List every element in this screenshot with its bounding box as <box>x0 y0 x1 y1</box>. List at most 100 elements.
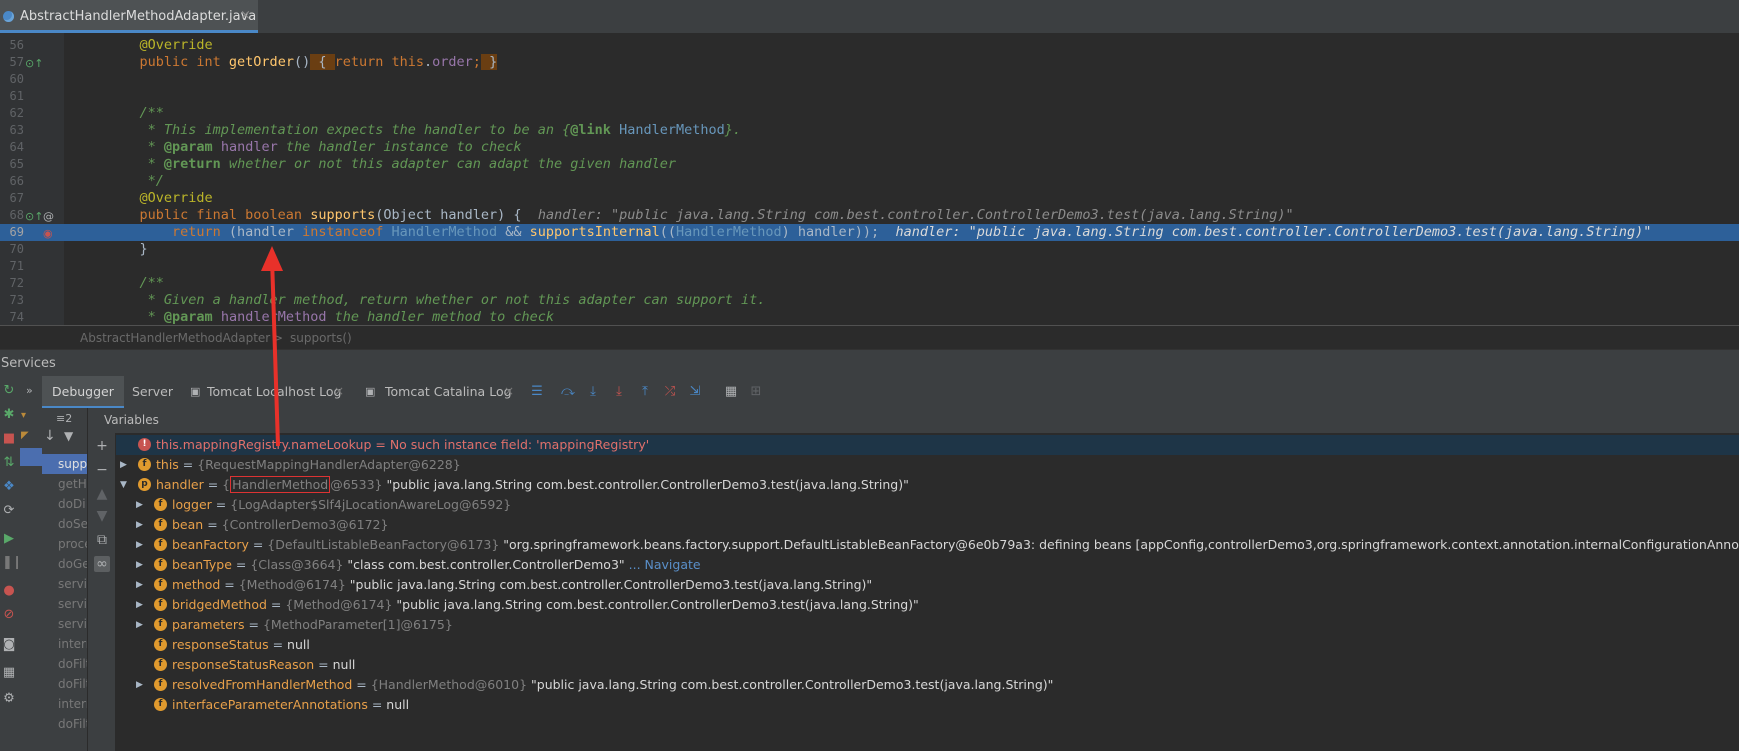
expand-icon[interactable]: ▶ <box>136 555 146 575</box>
move-up-icon[interactable]: ▲ <box>94 486 110 502</box>
camera-icon[interactable]: ◙ <box>2 638 16 652</box>
stack-frame[interactable]: servi <box>42 594 87 614</box>
code-line[interactable]: 69 ◉ return (handler instanceof HandlerMe… <box>0 224 1739 241</box>
stack-frame[interactable]: doFilt <box>42 654 87 674</box>
evaluate-expression-icon[interactable]: ▦ <box>724 385 738 399</box>
tab-debugger[interactable]: Debugger <box>42 376 124 408</box>
arrow-down-icon[interactable]: ↓ <box>44 428 56 444</box>
tomcat-node-icon[interactable]: ▾ <box>21 410 26 421</box>
code-line[interactable]: 66 */ <box>0 173 1739 190</box>
expand-icon[interactable]: ▶ <box>120 455 130 475</box>
code-line[interactable]: 64 * @param handler the handler instance… <box>0 139 1739 156</box>
variable-row[interactable]: ▶ f beanType = {Class@3664} "class com.bes… <box>116 555 1739 575</box>
stop-icon[interactable]: ■ <box>2 432 16 446</box>
stack-frame[interactable]: doSe <box>42 514 87 534</box>
move-down-icon[interactable]: ▼ <box>94 508 110 524</box>
gutter-marker-icon[interactable]: ⊙↑ <box>25 55 43 72</box>
drop-frame-icon[interactable]: ⤮ <box>663 385 677 399</box>
layout-icon[interactable]: ▦ <box>2 666 16 680</box>
stack-frame[interactable]: servi <box>42 614 87 634</box>
force-step-into-icon[interactable]: ⤓ <box>612 385 626 399</box>
remove-watch-icon[interactable]: − <box>94 462 110 478</box>
stack-frame[interactable]: getHa <box>42 474 87 494</box>
frames-header[interactable]: ≡2 <box>56 412 72 425</box>
server-node-icon[interactable]: ◤ <box>21 430 29 441</box>
variable-row[interactable]: f responseStatusReason = null <box>116 655 1739 675</box>
variable-row[interactable]: ▶ f logger = {LogAdapter$Slf4jLocationAwar… <box>116 495 1739 515</box>
resume-icon[interactable]: ▶ <box>2 532 16 546</box>
close-tab-icon[interactable]: × <box>240 8 251 23</box>
variable-row[interactable]: ▶ f beanFactory = {DefaultListableBeanFact… <box>116 535 1739 555</box>
stack-frame[interactable]: intern <box>42 694 87 714</box>
stack-frame[interactable]: suppo <box>42 454 87 474</box>
code-line[interactable]: 67 @Override <box>0 190 1739 207</box>
breadcrumb-class[interactable]: AbstractHandlerMethodAdapter <box>80 331 270 345</box>
step-out-icon[interactable]: ⤒ <box>638 385 652 399</box>
variables-tree[interactable]: ! this.mappingRegistry.nameLookup = No su… <box>116 433 1739 751</box>
code-line[interactable]: 62 /** <box>0 105 1739 122</box>
update-app-icon[interactable]: ⇅ <box>2 456 16 470</box>
variable-row[interactable]: ▶ f parameters = {MethodParameter[1]@6175} <box>116 615 1739 635</box>
line-number[interactable]: 56 <box>6 37 24 54</box>
variable-row[interactable]: ▶ f resolvedFromHandlerMethod = {HandlerMe… <box>116 675 1739 695</box>
tab-tomcat-catalina-log[interactable]: Tomcat Catalina Log <box>385 376 512 408</box>
show-watches-icon[interactable]: ∞ <box>94 556 110 572</box>
line-number[interactable]: 63 <box>6 122 24 139</box>
line-number[interactable]: 67 <box>6 190 24 207</box>
line-number[interactable]: 68 <box>6 207 24 224</box>
expand-icon[interactable]: ▶ <box>136 515 146 535</box>
mute-breakpoints-icon[interactable]: ⊘ <box>2 608 16 622</box>
line-number[interactable]: 70 <box>6 241 24 258</box>
rerun-icon[interactable]: ↻ <box>2 384 16 398</box>
code-line[interactable]: 63 * This implementation expects the han… <box>0 122 1739 139</box>
code-line[interactable]: 72 /** <box>0 275 1739 292</box>
code-line[interactable]: 56 @Override <box>0 37 1739 54</box>
pause-icon[interactable]: ❚❚ <box>2 556 24 570</box>
gutter-marker-icon[interactable]: @ <box>43 208 54 225</box>
line-number[interactable]: 74 <box>6 309 24 325</box>
code-line[interactable]: 73 * Given a handler method, return whet… <box>0 292 1739 309</box>
stack-frame[interactable]: doGe <box>42 554 87 574</box>
filter-icon[interactable]: ▼ <box>64 429 73 443</box>
variable-row[interactable]: ▼ p handler = {HandlerMethod @6533} "public… <box>116 475 1739 495</box>
stack-frame[interactable]: doDi <box>42 494 87 514</box>
group-icon[interactable]: ❖ <box>2 480 16 494</box>
code-line[interactable]: 68 ⊙↑ @ public final boolean supports(Obje… <box>0 207 1739 224</box>
code-line[interactable]: 57 ⊙↑ public int getOrder() { return this… <box>0 54 1739 71</box>
line-number[interactable]: 73 <box>6 292 24 309</box>
stack-frame[interactable]: doFilt <box>42 714 87 734</box>
file-tab[interactable]: AbstractHandlerMethodAdapter.java × <box>0 0 258 33</box>
line-number[interactable]: 62 <box>6 105 24 122</box>
variable-row[interactable]: ▶ f method = {Method@6174} "public java.la… <box>116 575 1739 595</box>
breadcrumb-method[interactable]: supports() <box>290 331 352 345</box>
line-number[interactable]: 65 <box>6 156 24 173</box>
watch-error-row[interactable]: ! this.mappingRegistry.nameLookup = No su… <box>116 435 1739 455</box>
code-line[interactable]: 74 * @param handlerMethod the handler me… <box>0 309 1739 325</box>
settings-gear-icon[interactable]: ⚙ <box>2 692 16 706</box>
code-line[interactable]: 61 <box>0 88 1739 105</box>
trace-stream-icon[interactable]: ⊞ <box>749 385 763 399</box>
expand-icon[interactable]: ▶ <box>136 575 146 595</box>
expand-icon[interactable]: ▶ <box>136 675 146 695</box>
debug-bug-icon[interactable]: ✱ <box>2 408 16 422</box>
view-breakpoints-icon[interactable]: ● <box>2 584 16 598</box>
code-editor[interactable]: 56 @Override 57 ⊙↑ public int getOrder() {… <box>0 33 1739 325</box>
close-catalina-log-icon[interactable]: × <box>504 384 514 398</box>
expand-icon[interactable]: ▶ <box>136 535 146 555</box>
step-over-icon[interactable]: ⤼ <box>561 385 575 399</box>
code-line[interactable]: 65 * @return whether or not this adapter… <box>0 156 1739 173</box>
stack-frame[interactable]: proce <box>42 534 87 554</box>
line-number[interactable]: 60 <box>6 71 24 88</box>
line-number[interactable]: 71 <box>6 258 24 275</box>
step-into-icon[interactable]: ⤓ <box>586 385 600 399</box>
breakpoint-icon[interactable]: ◉ <box>43 225 53 242</box>
variable-row[interactable]: ▶ f bridgedMethod = {Method@6174} "public … <box>116 595 1739 615</box>
selected-service-node[interactable] <box>20 448 42 466</box>
collapse-icon[interactable]: ▼ <box>120 475 130 495</box>
code-line[interactable]: 60 <box>0 71 1739 88</box>
line-number[interactable]: 72 <box>6 275 24 292</box>
line-number[interactable]: 69 <box>6 224 24 241</box>
variable-row[interactable]: ▶ f this = {RequestMappingHandlerAdapter@6… <box>116 455 1739 475</box>
expand-icon[interactable]: ▶ <box>136 615 146 635</box>
line-number[interactable]: 66 <box>6 173 24 190</box>
